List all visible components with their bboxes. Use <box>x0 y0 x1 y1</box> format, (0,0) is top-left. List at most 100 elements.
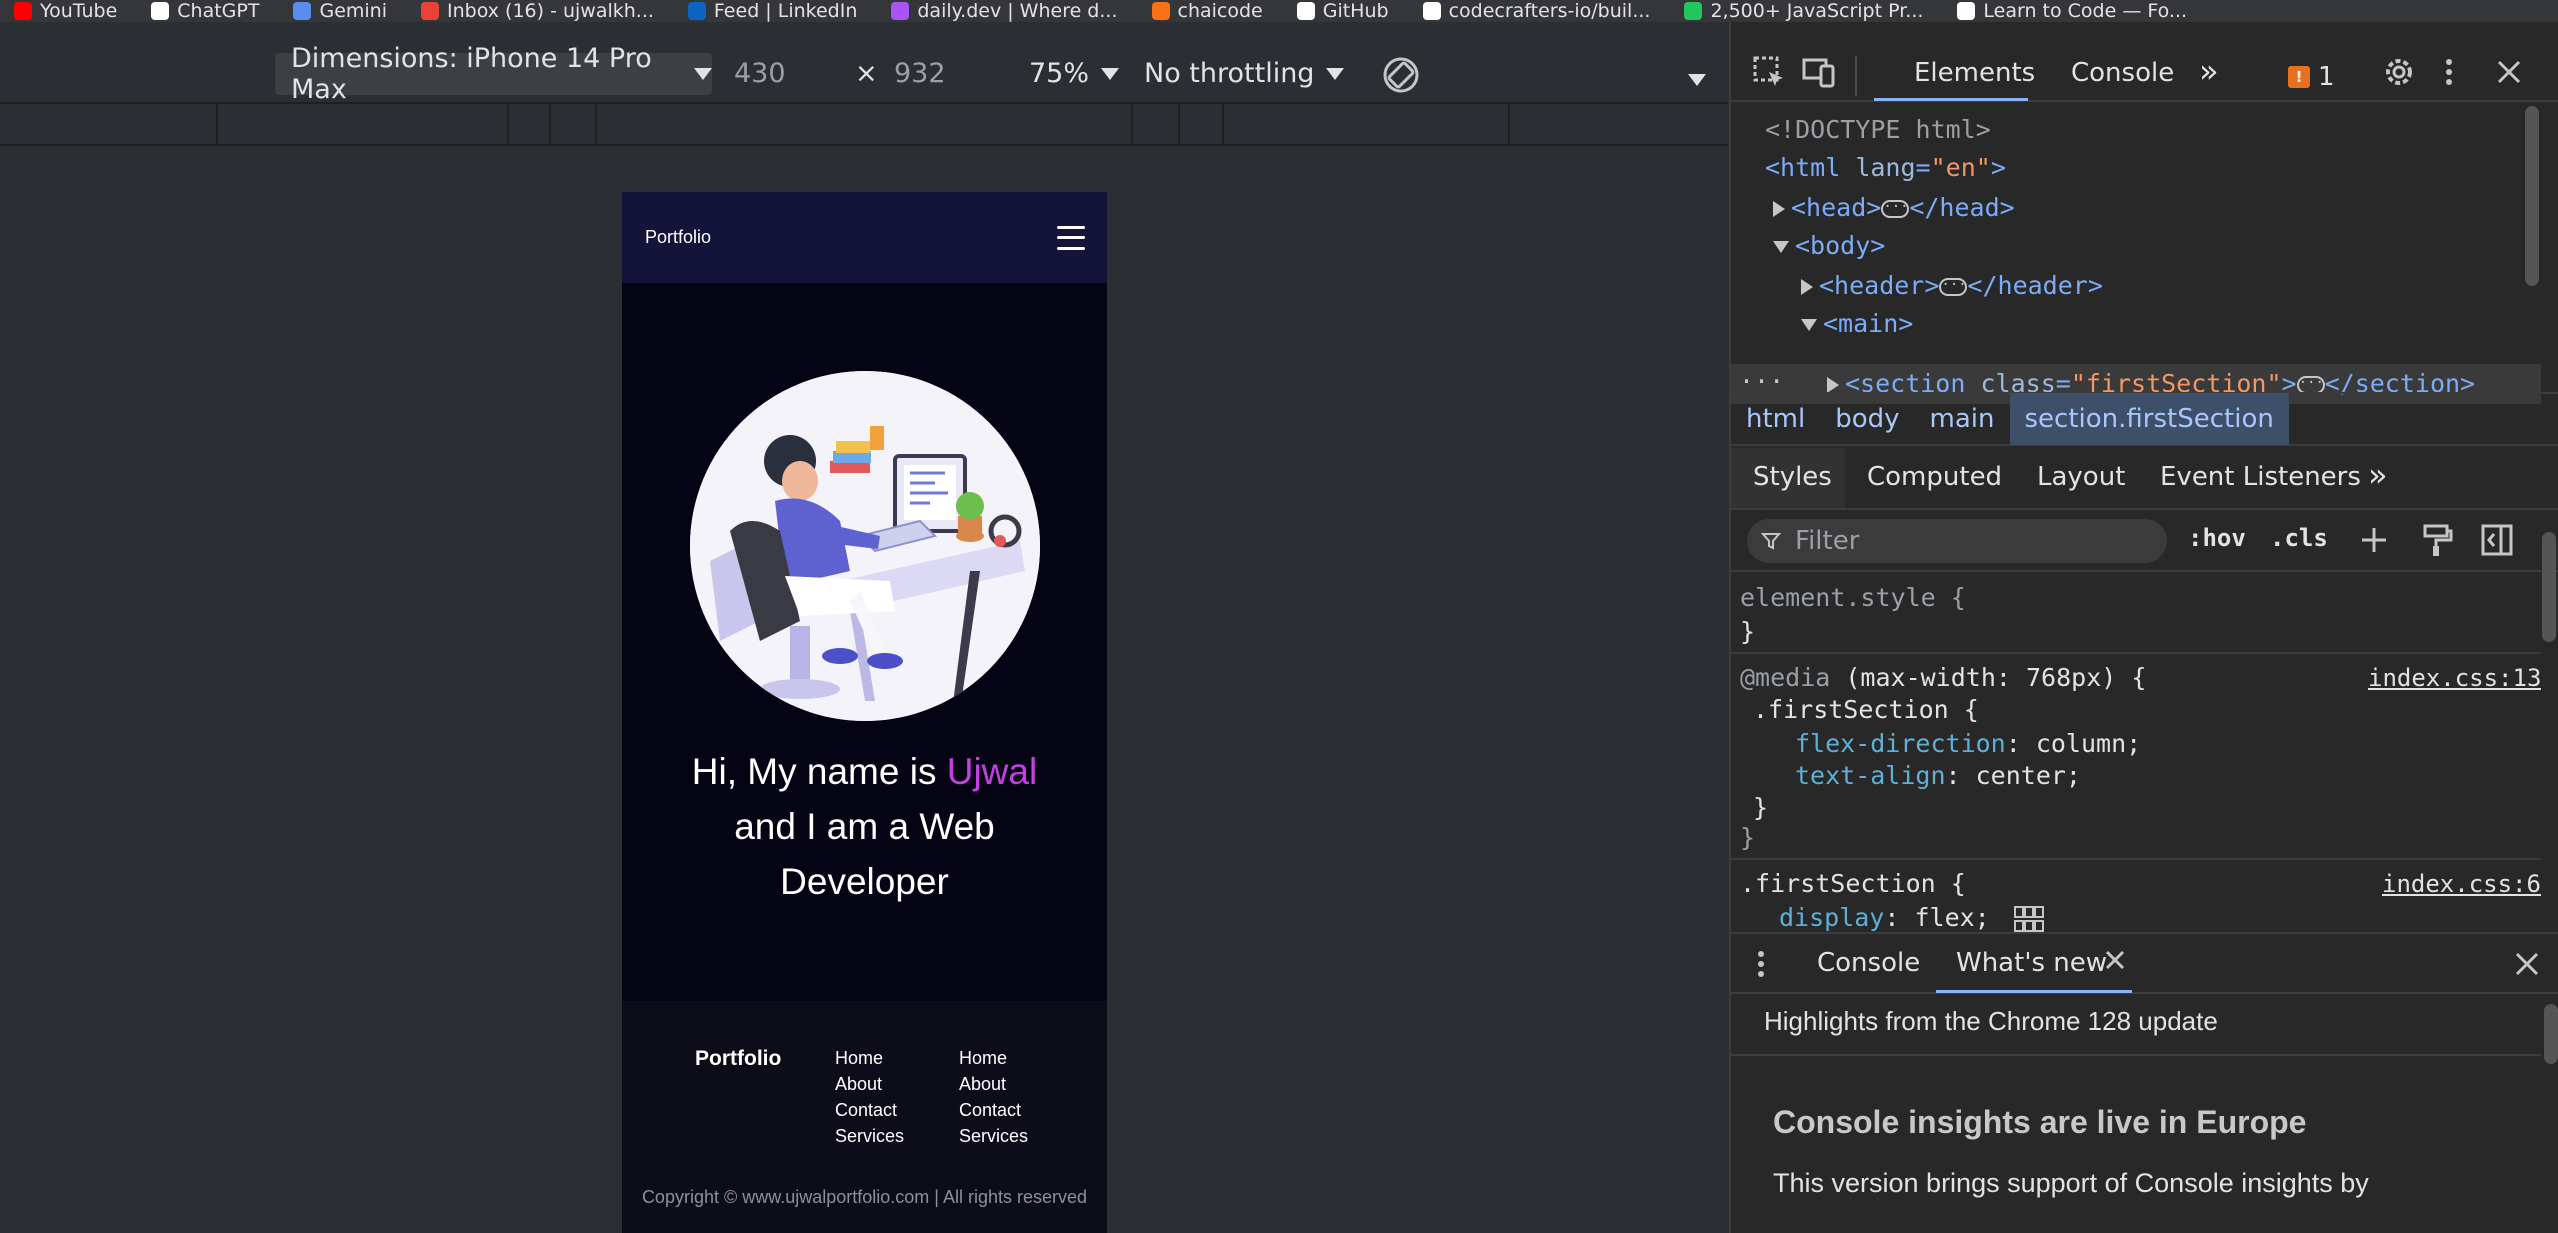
tab-console[interactable]: Console <box>2071 58 2174 88</box>
dom-scrollbar[interactable] <box>2525 106 2539 286</box>
footer-link-home[interactable]: Home <box>959 1045 1028 1071</box>
element-style-rule[interactable]: element.style { <box>1740 582 1966 614</box>
bookmark-item[interactable]: Gemini <box>293 0 387 22</box>
issues-badge[interactable]: ! 1 <box>2288 62 2335 92</box>
bookmark-item[interactable]: YouTube <box>14 0 117 22</box>
ruler-segment[interactable] <box>595 104 597 144</box>
footer-link-home[interactable]: Home <box>835 1045 904 1071</box>
footer-link-services[interactable]: Services <box>835 1123 904 1149</box>
more-tabs-icon[interactable]: » <box>2199 52 2219 90</box>
footer-link-contact[interactable]: Contact <box>959 1097 1028 1123</box>
developer-illustration <box>690 371 1040 721</box>
drawer-scrollbar[interactable] <box>2544 1004 2558 1064</box>
ruler-segment[interactable] <box>1508 104 1510 144</box>
footer-link-services[interactable]: Services <box>959 1123 1028 1149</box>
zoom-select[interactable]: 75% <box>1029 58 1120 89</box>
source-link-index-css-63[interactable]: index.css:63 <box>2382 870 2541 898</box>
dom-body-node[interactable]: <body> <box>1773 228 1885 264</box>
more-options-chevron-icon[interactable] <box>1688 74 1706 86</box>
footer-link-about[interactable]: About <box>959 1071 1028 1097</box>
whats-new-highlights: Highlights from the Chrome 128 update <box>1764 1006 2218 1036</box>
subtab-layout[interactable]: Layout <box>2037 462 2125 492</box>
subtab-computed[interactable]: Computed <box>1867 462 2002 492</box>
viewport-width-input[interactable]: 430 <box>734 58 786 89</box>
breadcrumb-item[interactable]: section.firstSection <box>2009 393 2289 445</box>
hamburger-menu-icon[interactable] <box>1057 225 1085 250</box>
media-rule-selector[interactable]: .firstSection { <box>1753 694 1979 726</box>
toggle-sidebar-icon[interactable] <box>2479 522 2515 558</box>
collapse-triangle-icon[interactable] <box>1801 319 1817 331</box>
ruler-segment[interactable] <box>507 104 509 144</box>
viewport-height-input[interactable]: 932 <box>894 58 946 89</box>
bookmark-item[interactable]: GitHub <box>1296 0 1389 22</box>
expand-triangle-icon[interactable] <box>1773 201 1785 217</box>
inspect-element-icon[interactable] <box>1751 54 1787 90</box>
drawer-tab-console[interactable]: Console <box>1817 948 1920 978</box>
paint-roller-icon[interactable] <box>2419 522 2455 558</box>
breadcrumb-item[interactable]: body <box>1820 393 1914 445</box>
styles-filter-input[interactable]: Filter <box>1747 519 2167 563</box>
throttling-select[interactable]: No throttling <box>1144 58 1345 89</box>
ruler-segment[interactable] <box>216 104 218 144</box>
css-property: display <box>1779 903 1885 932</box>
breadcrumb-item[interactable]: html <box>1731 393 1820 445</box>
kebab-menu-icon[interactable] <box>2431 54 2467 90</box>
close-drawer-icon[interactable] <box>2509 946 2545 982</box>
dom-main-node[interactable]: <main> <box>1801 306 1913 342</box>
drawer-menu-icon[interactable] <box>1743 946 1779 982</box>
hover-state-toggle[interactable]: :hov <box>2188 524 2246 552</box>
dom-head-node[interactable]: <head> ···</head> <box>1773 190 2015 226</box>
settings-gear-icon[interactable] <box>2381 54 2417 90</box>
style-declaration[interactable]: display: flex; <box>1779 902 2045 934</box>
subtab-event-listeners[interactable]: Event Listeners <box>2160 462 2361 492</box>
subtab-styles[interactable]: Styles <box>1753 462 1832 492</box>
styles-scrollbar[interactable] <box>2542 532 2556 642</box>
hero-line3: Developer <box>780 861 949 902</box>
footer-link-contact[interactable]: Contact <box>835 1097 904 1123</box>
styles-pane: element.style { } @media (max-width: 768… <box>1731 574 2541 954</box>
breadcrumb-item[interactable]: main <box>1915 393 2010 445</box>
more-subtabs-icon[interactable]: » <box>2368 456 2388 494</box>
first-section-rule-selector[interactable]: .firstSection { <box>1740 868 1966 900</box>
dom-header-node[interactable]: <header> ···</header> <box>1801 268 2103 304</box>
bookmark-item[interactable]: ChatGPT <box>151 0 259 22</box>
bookmark-item[interactable]: chaicode <box>1151 0 1263 22</box>
expand-triangle-icon[interactable] <box>1801 279 1813 295</box>
close-tab-icon[interactable] <box>2101 946 2129 974</box>
site-brand[interactable]: Portfolio <box>645 227 711 248</box>
ruler-segment[interactable] <box>1222 104 1224 144</box>
rotate-device-icon[interactable] <box>1380 54 1422 96</box>
source-link-index-css-130[interactable]: index.css:130 <box>2368 664 2541 692</box>
expand-triangle-icon[interactable] <box>1827 377 1839 393</box>
class-toggle[interactable]: .cls <box>2270 524 2328 552</box>
dom-doctype[interactable]: <!DOCTYPE html> <box>1765 112 1991 148</box>
new-style-rule-icon[interactable] <box>2356 522 2392 558</box>
footer-links-column-2: Home About Contact Services <box>959 1045 1028 1149</box>
github-icon <box>1422 2 1441 20</box>
device-toggle-icon[interactable] <box>1801 54 1837 90</box>
style-declaration[interactable]: flex-direction: column; <box>1795 728 2141 760</box>
tab-elements[interactable]: Elements <box>1914 58 2035 88</box>
bookmark-item[interactable]: codecrafters-io/buil... <box>1422 0 1650 22</box>
ellipsis-icon[interactable]: ··· <box>1881 200 1910 218</box>
drawer-tab-whats-new[interactable]: What's new <box>1956 948 2107 978</box>
ruler-segment[interactable] <box>1178 104 1180 144</box>
throttling-value: No throttling <box>1144 58 1315 89</box>
bookmark-item[interactable]: daily.dev | Where d... <box>891 0 1118 22</box>
style-declaration[interactable]: text-align: center; <box>1795 760 2081 792</box>
device-dimensions-select[interactable]: Dimensions: iPhone 14 Pro Max <box>275 43 712 105</box>
footer-link-about[interactable]: About <box>835 1071 904 1097</box>
media-keyword: @media <box>1740 663 1831 692</box>
ruler-segment[interactable] <box>1131 104 1133 144</box>
ruler-segment[interactable] <box>549 104 551 144</box>
bookmark-item[interactable]: 2,500+ JavaScript Pr... <box>1684 0 1923 22</box>
hero-section: Hi, My name is Ujwal and I am a Web Deve… <box>622 283 1107 1001</box>
collapse-triangle-icon[interactable] <box>1773 241 1789 253</box>
flexbox-editor-icon[interactable] <box>2013 905 2045 933</box>
dom-html-node[interactable]: <html lang="en"> <box>1765 150 2006 186</box>
ellipsis-icon[interactable]: ··· <box>1939 278 1968 296</box>
close-devtools-icon[interactable] <box>2491 54 2527 90</box>
bookmark-item[interactable]: Learn to Code — Fo... <box>1957 0 2187 22</box>
bookmark-item[interactable]: Feed | LinkedIn <box>687 0 857 22</box>
bookmark-item[interactable]: Inbox (16) - ujwalkh... <box>421 0 654 22</box>
